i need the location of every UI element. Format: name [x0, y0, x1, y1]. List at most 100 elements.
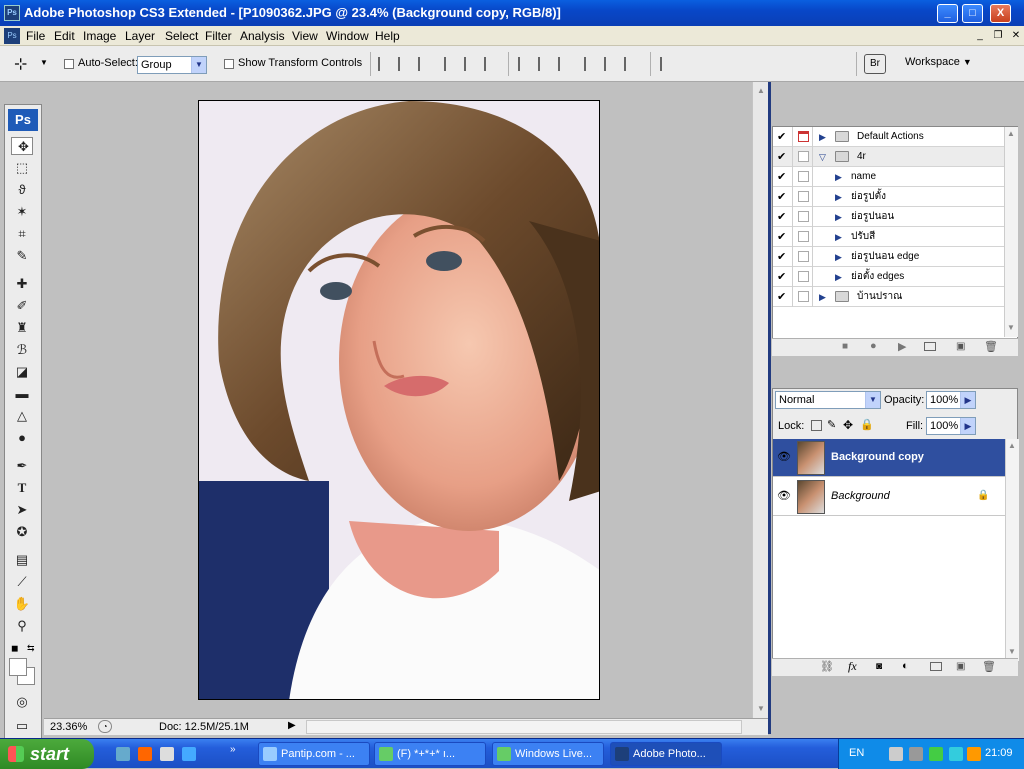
bluetooth-icon[interactable] — [949, 747, 963, 761]
task-messenger-chat[interactable]: (F) *+*+* ı... — [374, 742, 486, 766]
action-row[interactable]: ✔ ▶ ย่อรูปนอน edge — [773, 247, 1005, 267]
trash-icon[interactable]: 🗑 — [984, 340, 998, 353]
swap-colors-icon[interactable]: ⇆ — [27, 643, 35, 654]
auto-select-dropdown[interactable]: Group ▼ — [137, 56, 207, 74]
action-toggle-cell[interactable]: ✔ — [773, 147, 793, 167]
dialog-toggle-cell[interactable] — [793, 207, 813, 227]
move-tool-icon[interactable]: ✥ — [11, 137, 33, 155]
action-row[interactable]: ✔ ▶ ปรับสี — [773, 227, 1005, 247]
record-icon[interactable]: ● — [870, 340, 877, 352]
network-icon[interactable] — [889, 747, 903, 761]
align-top-icon[interactable] — [378, 57, 392, 71]
healing-brush-tool-icon[interactable]: ✚ — [11, 275, 33, 293]
zoom-level[interactable]: 23.36% — [50, 721, 87, 733]
menu-filter[interactable]: Filter — [205, 28, 232, 44]
dialog-toggle-cell[interactable] — [793, 287, 813, 307]
doc-close-icon[interactable]: ✕ — [1008, 28, 1024, 43]
workspace-button[interactable]: Workspace ▼ — [905, 56, 972, 68]
dialog-toggle-cell[interactable] — [793, 147, 813, 167]
eraser-tool-icon[interactable]: ◪ — [11, 363, 33, 381]
document-canvas[interactable] — [198, 100, 600, 700]
quicklaunch-app-icon[interactable] — [138, 747, 152, 761]
play-icon[interactable]: ▶ — [898, 340, 906, 353]
notes-tool-icon[interactable]: ▤ — [11, 551, 33, 569]
trash-icon[interactable]: 🗑 — [982, 660, 996, 673]
action-row[interactable]: ✔ ▶ บ้านปราณ — [773, 287, 1005, 307]
move-tool-icon[interactable]: ⊹ — [14, 54, 27, 74]
eyedropper-tool-icon[interactable]: ⟋ — [11, 573, 33, 591]
scroll-down-icon[interactable]: ▼ — [1007, 323, 1015, 332]
menu-image[interactable]: Image — [83, 28, 116, 44]
messenger-tray-icon[interactable] — [929, 747, 943, 761]
new-set-icon[interactable] — [924, 342, 936, 351]
crop-tool-icon[interactable]: ⌗ — [11, 225, 33, 243]
lock-image-icon[interactable]: ✎ — [827, 418, 836, 431]
menu-help[interactable]: Help — [375, 28, 400, 44]
tray-app-icon[interactable] — [909, 747, 923, 761]
new-group-icon[interactable] — [930, 662, 942, 671]
dialog-toggle-cell[interactable] — [793, 127, 813, 147]
volume-icon[interactable] — [967, 747, 981, 761]
lock-all-icon[interactable]: 🔒 — [860, 418, 874, 431]
lasso-tool-icon[interactable]: ϑ — [11, 181, 33, 199]
align-hcenter-icon[interactable] — [464, 57, 478, 71]
action-toggle-cell[interactable]: ✔ — [773, 207, 793, 227]
new-action-icon[interactable]: ▣ — [956, 341, 965, 352]
dialog-toggle-cell[interactable] — [793, 187, 813, 207]
brush-tool-icon[interactable]: ✐ — [11, 297, 33, 315]
quicklaunch-mail-icon[interactable] — [160, 747, 174, 761]
expand-right-icon[interactable]: ▶ — [835, 267, 842, 287]
distribute-bottom-icon[interactable] — [558, 57, 572, 71]
distribute-left-icon[interactable] — [584, 57, 598, 71]
eye-icon[interactable]: 👁 — [776, 450, 792, 464]
default-colors-icon[interactable]: ◼ — [11, 643, 18, 654]
scroll-down-icon[interactable]: ▼ — [757, 704, 765, 713]
task-windows-live[interactable]: Windows Live... — [492, 742, 604, 766]
menu-view[interactable]: View — [292, 28, 318, 44]
minimize-button[interactable]: _ — [937, 4, 958, 23]
shape-tool-icon[interactable]: ✪ — [11, 523, 33, 541]
menu-select[interactable]: Select — [165, 28, 198, 44]
quicklaunch-desktop-icon[interactable] — [116, 747, 130, 761]
lock-transparent-icon[interactable] — [811, 420, 822, 431]
clone-stamp-tool-icon[interactable]: ♜ — [11, 319, 33, 337]
opacity-field[interactable]: 100% ▶ — [926, 391, 976, 409]
expand-right-icon[interactable]: ▶ — [819, 287, 826, 307]
layer-name[interactable]: Background copy — [831, 451, 924, 463]
menu-window[interactable]: Window — [326, 28, 369, 44]
app-icon[interactable]: Ps — [4, 5, 20, 21]
slice-tool-icon[interactable]: ✎ — [11, 247, 33, 265]
menu-layer[interactable]: Layer — [125, 28, 155, 44]
title-bar[interactable]: Ps Adobe Photoshop CS3 Extended - [P1090… — [0, 0, 1024, 26]
action-toggle-cell[interactable]: ✔ — [773, 167, 793, 187]
task-photoshop[interactable]: Adobe Photo... — [610, 742, 722, 766]
auto-select-checkbox[interactable] — [64, 59, 74, 69]
ps-logo[interactable]: Ps — [8, 109, 38, 131]
action-row[interactable]: ✔ ▶ Default Actions — [773, 127, 1005, 147]
lock-position-icon[interactable]: ✥ — [843, 418, 853, 432]
path-selection-tool-icon[interactable]: ➤ — [11, 501, 33, 519]
expand-down-icon[interactable]: ▽ — [819, 147, 826, 167]
action-row[interactable]: ✔ ▶ name — [773, 167, 1005, 187]
fill-slider-arrow-icon[interactable]: ▶ — [960, 418, 975, 434]
opacity-slider-arrow-icon[interactable]: ▶ — [960, 392, 975, 408]
layer-mask-icon[interactable]: ◙ — [876, 661, 882, 672]
expand-right-icon[interactable]: ▶ — [835, 207, 842, 227]
menu-file[interactable]: File — [26, 28, 45, 44]
auto-align-icon[interactable] — [660, 57, 674, 71]
marquee-tool-icon[interactable]: ⬚ — [11, 159, 33, 177]
scroll-down-icon[interactable]: ▼ — [1008, 647, 1016, 656]
link-layers-icon[interactable]: ⛓ — [820, 660, 834, 673]
layer-style-icon[interactable]: fx — [848, 659, 857, 674]
dialog-toggle-cell[interactable] — [793, 267, 813, 287]
dodge-tool-icon[interactable]: ● — [11, 429, 33, 447]
action-row[interactable]: ✔ ▶ ย่อตั้ง edges — [773, 267, 1005, 287]
distribute-top-icon[interactable] — [518, 57, 532, 71]
action-toggle-cell[interactable]: ✔ — [773, 227, 793, 247]
document-icon[interactable]: Ps — [4, 28, 20, 44]
task-pantip[interactable]: Pantip.com - ... — [258, 742, 370, 766]
align-vcenter-icon[interactable] — [398, 57, 412, 71]
expand-right-icon[interactable]: ▶ — [835, 167, 842, 187]
clock[interactable]: 21:09 — [985, 747, 1013, 759]
layer-thumbnail[interactable] — [797, 441, 825, 475]
